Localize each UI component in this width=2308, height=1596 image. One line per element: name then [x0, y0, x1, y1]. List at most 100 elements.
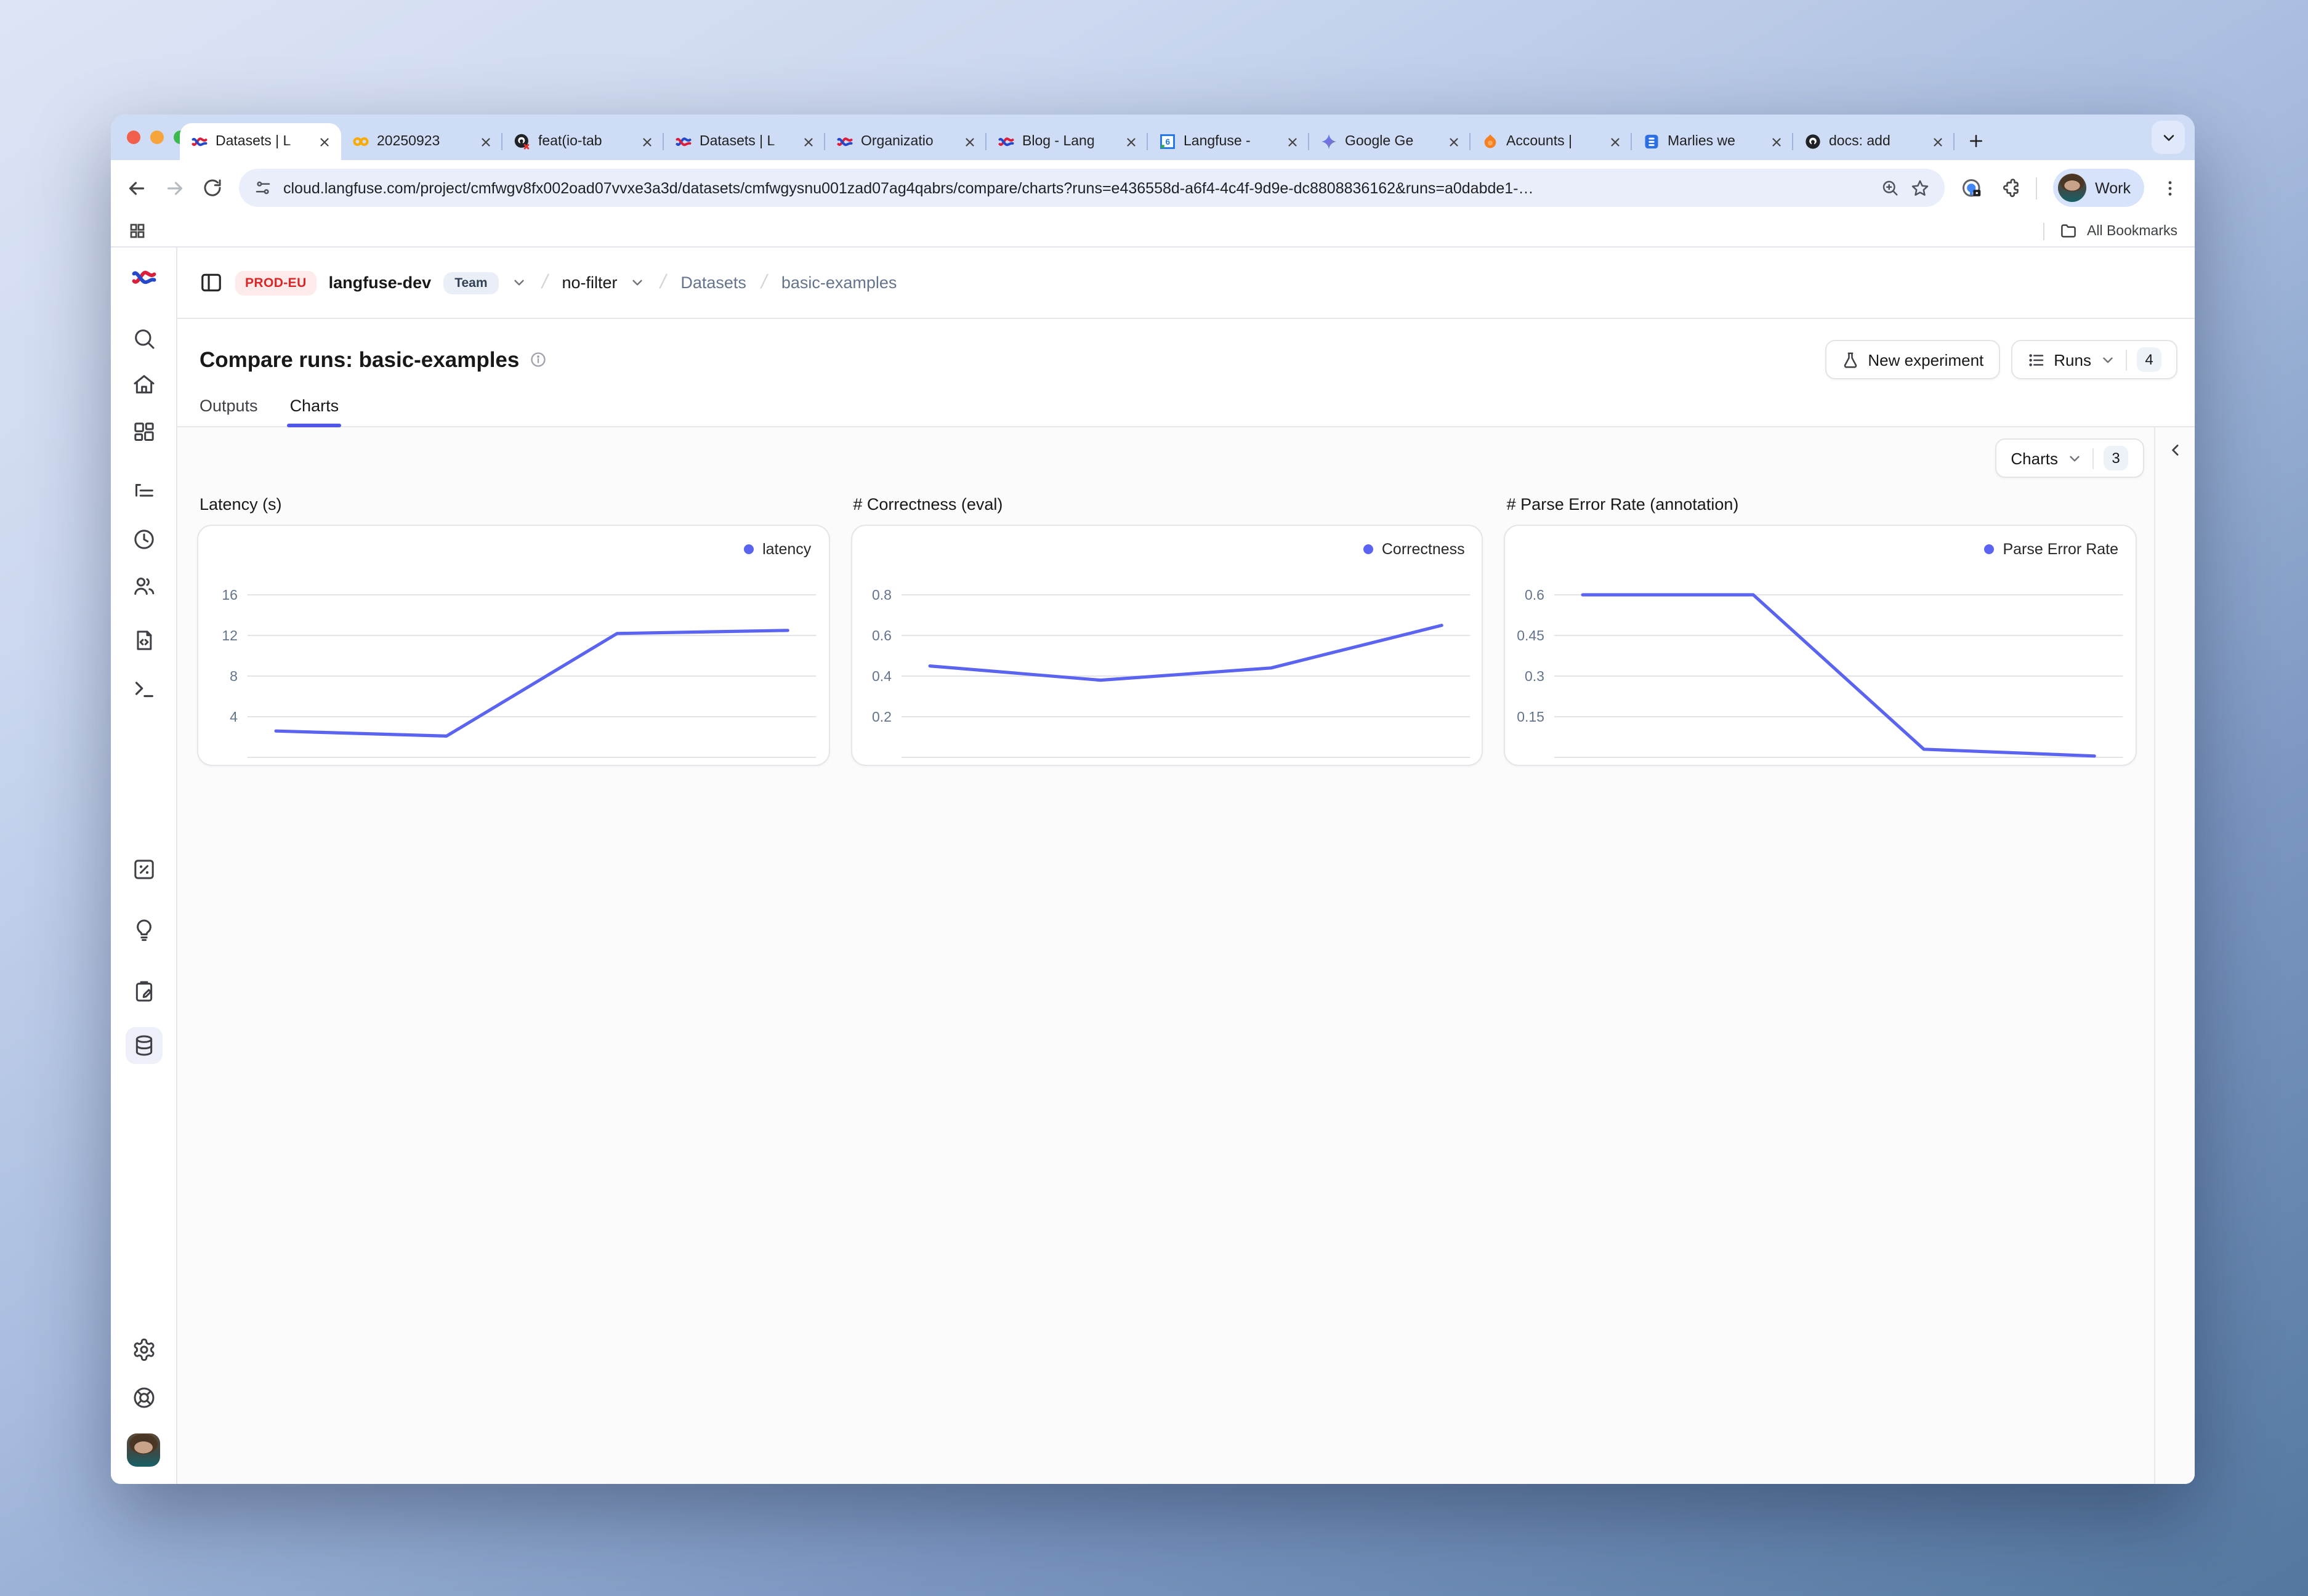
sidebar-item-search[interactable]	[125, 320, 162, 357]
tab-close-button[interactable]	[1929, 133, 1946, 150]
tab-close-button[interactable]	[1445, 133, 1462, 150]
tab-close-button[interactable]	[315, 133, 333, 150]
all-bookmarks-button[interactable]: All Bookmarks	[2043, 222, 2177, 240]
browser-tab[interactable]: Datasets | L	[664, 123, 825, 160]
org-switcher-button[interactable]	[511, 275, 527, 291]
legend-dot-icon	[1984, 544, 1994, 554]
arrow-right-icon	[164, 177, 186, 199]
browser-tab[interactable]: Google Ge	[1309, 123, 1471, 160]
browser-tab[interactable]: Datasets | L	[180, 123, 341, 160]
sidebar-item-scores[interactable]	[125, 851, 162, 888]
sidebar-item-sessions[interactable]	[125, 521, 162, 558]
charts-filter-label: Charts	[2011, 449, 2058, 467]
window-minimize-button[interactable]	[150, 131, 164, 144]
bookmark-star-icon[interactable]	[1910, 178, 1930, 198]
svg-text:12: 12	[222, 627, 238, 643]
breadcrumb-dataset-link[interactable]: basic-examples	[781, 273, 897, 292]
reload-button[interactable]	[202, 177, 223, 198]
tab-close-button[interactable]	[477, 133, 494, 150]
legend-dot-icon	[744, 544, 754, 554]
extensions-button[interactable]	[1999, 177, 2020, 198]
reload-icon	[202, 177, 223, 198]
settings-button[interactable]	[131, 1337, 156, 1362]
browser-tab[interactable]: feat(io-tab	[502, 123, 664, 160]
charts-count-badge: 3	[2104, 446, 2128, 470]
browser-menu-button[interactable]	[2160, 178, 2180, 198]
tab-outputs[interactable]: Outputs	[200, 397, 258, 426]
close-icon	[1447, 135, 1460, 148]
close-icon	[1124, 135, 1137, 148]
tab-close-button[interactable]	[1122, 133, 1139, 150]
sidebar-item-users[interactable]	[125, 568, 162, 605]
charts-filter-button[interactable]: Charts 3	[1995, 438, 2144, 478]
svg-text:0.8: 0.8	[871, 587, 891, 603]
sidebar-toggle-button[interactable]	[200, 271, 223, 294]
browser-tab[interactable]: Blog - Lang	[987, 123, 1148, 160]
project-switcher-button[interactable]	[629, 275, 645, 291]
project-name[interactable]: no-filter	[562, 273, 617, 292]
tab-close-button[interactable]	[638, 133, 655, 150]
chart-column: # Correctness (eval)Correctness0.20.40.6…	[850, 493, 1483, 766]
tab-close-button[interactable]	[961, 133, 978, 150]
svg-text:0.6: 0.6	[871, 627, 891, 643]
page-header: Compare runs: basic-examples New experim…	[177, 319, 2195, 384]
scores-icon	[131, 857, 156, 882]
password-manager-extension-button[interactable]	[1961, 177, 1983, 199]
github-x-icon	[514, 133, 531, 150]
sidebar-item-tracing[interactable]	[125, 474, 162, 511]
calendar-6-icon: 6	[1159, 133, 1176, 150]
tab-close-button[interactable]	[1283, 133, 1301, 150]
magnifier-plus-icon	[1881, 179, 1899, 197]
url-text[interactable]: cloud.langfuse.com/project/cmfwgv8fx002o…	[283, 179, 1870, 196]
org-name[interactable]: langfuse-dev	[329, 273, 432, 292]
tab-close-button[interactable]	[1606, 133, 1623, 150]
new-tab-button[interactable]	[1959, 124, 1991, 156]
langfuse-logo[interactable]	[130, 264, 157, 291]
sidebar-item-dashboards[interactable]	[125, 414, 162, 451]
sidebar-item-home[interactable]	[125, 366, 162, 403]
tab-charts[interactable]: Charts	[290, 397, 339, 426]
sidebar-item-datasets[interactable]	[125, 1027, 162, 1064]
site-settings-icon[interactable]	[254, 179, 272, 197]
tab-close-button[interactable]	[1767, 133, 1785, 150]
home-icon	[131, 372, 156, 397]
info-icon[interactable]	[529, 351, 546, 368]
browser-tab[interactable]: 20250923	[341, 123, 502, 160]
runs-dropdown-button[interactable]: Runs 4	[2011, 340, 2177, 379]
tab-title: Blog - Lang	[1022, 134, 1115, 149]
runs-label: Runs	[2054, 350, 2091, 369]
support-button[interactable]	[131, 1385, 156, 1410]
environment-badge: PROD-EU	[235, 270, 317, 295]
sidebar-item-annotation[interactable]	[125, 973, 162, 1010]
app-main: PROD-EU langfuse-dev Team / no-filter / …	[177, 248, 2195, 1484]
tab-close-button[interactable]	[799, 133, 817, 150]
new-experiment-button[interactable]: New experiment	[1825, 340, 1999, 379]
profile-button[interactable]: Work	[2053, 169, 2144, 207]
browser-tab[interactable]: Organizatio	[825, 123, 987, 160]
user-avatar[interactable]	[127, 1433, 160, 1467]
back-button[interactable]	[126, 177, 148, 199]
forward-button[interactable]	[164, 177, 186, 199]
browser-tab[interactable]: docs: add	[1793, 123, 1955, 160]
github-icon	[1804, 133, 1822, 150]
chevron-down-icon	[629, 275, 645, 291]
sidebar-item-evaluation[interactable]	[125, 911, 162, 948]
folder-icon	[2059, 222, 2077, 240]
collapse-panel-button[interactable]	[2166, 441, 2184, 1484]
tab-title: Google Ge	[1345, 134, 1437, 149]
apps-grid-button[interactable]	[128, 222, 147, 240]
chevron-down-icon	[2067, 450, 2083, 466]
window-close-button[interactable]	[127, 131, 140, 144]
blue-doc-icon	[1643, 133, 1660, 150]
browser-tab[interactable]: Marlies we	[1632, 123, 1793, 160]
browser-tab[interactable]: Accounts |	[1471, 123, 1632, 160]
sidebar-item-prompts[interactable]	[125, 622, 162, 659]
address-bar[interactable]: cloud.langfuse.com/project/cmfwgv8fx002o…	[239, 169, 1945, 207]
sidebar-item-playground[interactable]	[125, 670, 162, 707]
breadcrumb-datasets-link[interactable]: Datasets	[680, 273, 746, 292]
tab-title: Marlies we	[1668, 134, 1760, 149]
zoom-page-icon[interactable]	[1881, 179, 1899, 197]
browser-tab[interactable]: 6Langfuse -	[1148, 123, 1309, 160]
tab-list-chevron-button[interactable]	[2152, 121, 2185, 154]
close-icon	[1769, 135, 1783, 148]
